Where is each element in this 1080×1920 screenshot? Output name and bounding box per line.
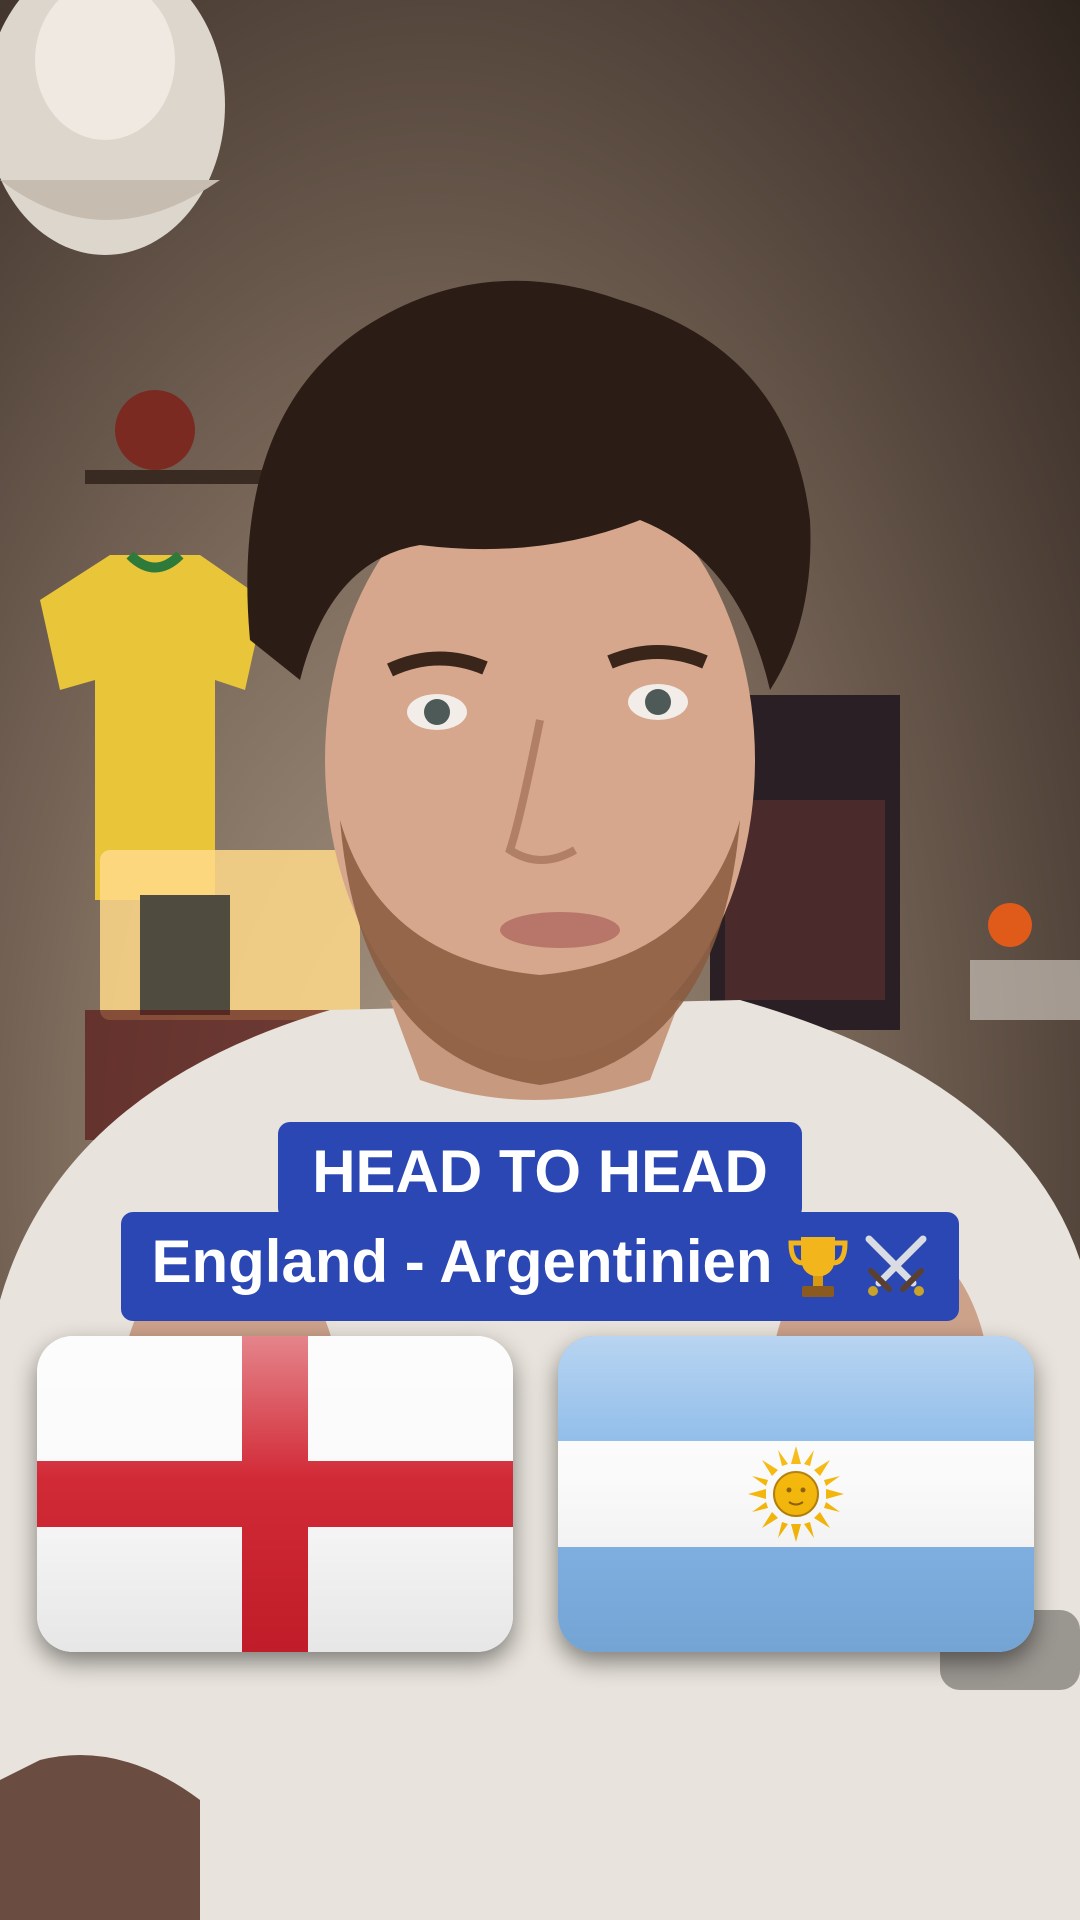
argentina-flag-icon	[558, 1336, 1034, 1652]
caption-line-2: England - Argentinien	[121, 1212, 959, 1322]
crossed-swords-icon	[863, 1233, 929, 1299]
picture-frame	[140, 895, 230, 1015]
caption-line-2-row: England - Argentinien	[0, 1212, 1080, 1322]
trophy-icon	[787, 1233, 849, 1299]
caption-line-1: HEAD TO HEAD	[278, 1122, 802, 1220]
shelf-ornament	[115, 390, 195, 470]
sun-of-may-icon	[748, 1446, 844, 1542]
caption-line-1-row: HEAD TO HEAD	[0, 1122, 1080, 1220]
england-flag-icon	[37, 1336, 513, 1652]
ball	[988, 903, 1032, 947]
yellow-jersey	[40, 555, 265, 900]
shelf	[85, 470, 285, 484]
ceiling-lamp	[0, 0, 225, 255]
caption-matchup-text: England - Argentinien	[151, 1228, 773, 1295]
